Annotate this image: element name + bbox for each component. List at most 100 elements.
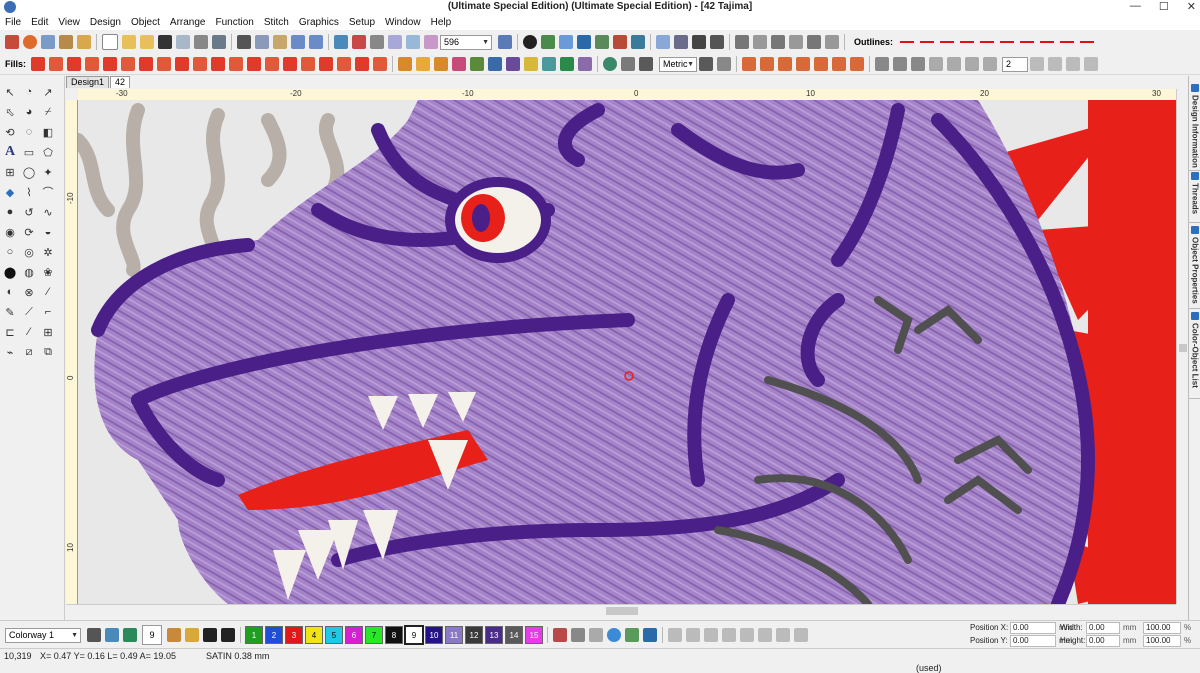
menu-function[interactable]: Function	[210, 17, 258, 28]
effect-tree-icon[interactable]	[470, 57, 485, 71]
horizontal-scroll-thumb[interactable]	[606, 607, 638, 615]
color-swatch[interactable]: 14	[505, 626, 523, 644]
color-swatch[interactable]: 3	[285, 626, 303, 644]
design-canvas[interactable]	[78, 100, 1176, 604]
break-apart-icon[interactable]	[825, 35, 839, 49]
menu-window[interactable]: Window	[380, 17, 426, 28]
fill-sequin-icon[interactable]	[247, 57, 262, 71]
grid-tool-icon[interactable]: ⊞	[40, 324, 56, 340]
pattern-e-icon[interactable]	[814, 57, 829, 71]
curve-icon[interactable]: ⌒	[40, 184, 56, 200]
smooth-curve-icon[interactable]	[717, 57, 732, 71]
menu-edit[interactable]: Edit	[26, 17, 53, 28]
transform-d-icon[interactable]	[722, 628, 736, 642]
fill-stipple-icon[interactable]	[265, 57, 280, 71]
mirror-v-icon[interactable]	[794, 628, 808, 642]
tab-42[interactable]: 42	[110, 76, 131, 88]
fill-bead-icon[interactable]	[373, 57, 388, 71]
group-icon[interactable]	[735, 35, 749, 49]
pattern-c-icon[interactable]	[778, 57, 793, 71]
export-icon[interactable]	[674, 35, 688, 49]
polygon-icon[interactable]: ⬠	[40, 144, 56, 160]
crop-icon[interactable]: ◕	[21, 104, 37, 120]
color-swatch[interactable]: 8	[385, 626, 403, 644]
fill-spiral-icon[interactable]	[211, 57, 226, 71]
effect-leaf-icon[interactable]	[416, 57, 431, 71]
tools-icon[interactable]	[710, 35, 724, 49]
color-swatch[interactable]: 12	[465, 626, 483, 644]
effect-shape-icon[interactable]	[506, 57, 521, 71]
outline-stemstitch-icon[interactable]	[960, 41, 975, 43]
monogram-icon[interactable]: ⊞	[2, 164, 18, 180]
pattern-d-icon[interactable]	[796, 57, 811, 71]
show-stitches-icon[interactable]	[370, 35, 384, 49]
line-spacing-icon[interactable]	[1048, 57, 1063, 71]
rotate-icon[interactable]	[965, 57, 980, 71]
tab-color-object-list[interactable]: Color-Object List	[1189, 312, 1200, 399]
position-x-field[interactable]: 0.00	[1010, 621, 1056, 634]
effect-globe-icon[interactable]	[542, 57, 557, 71]
menu-view[interactable]: View	[53, 17, 85, 28]
polygon-select-icon[interactable]: ⬁	[2, 104, 18, 120]
color-swatch[interactable]: 9	[404, 625, 424, 645]
open-folder-icon[interactable]	[122, 35, 136, 49]
pie-icon[interactable]: ◐	[2, 284, 18, 300]
freehand-icon[interactable]: ⌇	[21, 184, 37, 200]
fill-photo-icon[interactable]	[319, 57, 334, 71]
gear-icon[interactable]: ✲	[40, 244, 56, 260]
slash-icon[interactable]	[589, 628, 603, 642]
effect-curve-icon[interactable]	[398, 57, 413, 71]
tab-design-information[interactable]: Design Information	[1189, 84, 1200, 171]
column-icon[interactable]: ⟳	[21, 224, 37, 240]
color-wheel-button-icon[interactable]	[607, 628, 621, 642]
color-table-icon[interactable]	[87, 628, 101, 642]
flower-icon[interactable]: ❀	[40, 264, 56, 280]
pen-icon[interactable]: ✎	[2, 304, 18, 320]
travel-icon[interactable]	[352, 35, 366, 49]
grid-snap-icon[interactable]	[639, 57, 654, 71]
layers-icon[interactable]: ⧉	[40, 344, 56, 360]
spool-icon[interactable]	[577, 35, 591, 49]
diamond-icon[interactable]: ◆	[2, 184, 18, 200]
hoop-icon[interactable]	[631, 35, 645, 49]
rotate-ccw-icon[interactable]	[740, 628, 754, 642]
ungroup-icon[interactable]	[753, 35, 767, 49]
color-wheel-icon[interactable]: ◍	[21, 264, 37, 280]
width-field[interactable]: 0.00	[1086, 621, 1120, 634]
thread-chart-icon[interactable]	[559, 35, 573, 49]
paint-bucket-icon[interactable]	[185, 628, 199, 642]
zoom-fit-icon[interactable]	[388, 35, 402, 49]
rotate-cw-icon[interactable]	[758, 628, 772, 642]
grid-icon[interactable]	[498, 35, 512, 49]
w-badge-icon[interactable]	[23, 35, 37, 49]
folder-icon[interactable]	[77, 35, 91, 49]
tab-threads[interactable]: Threads	[1189, 172, 1200, 223]
color-grid-icon[interactable]	[595, 35, 609, 49]
pan-icon[interactable]	[424, 35, 438, 49]
cross-hatch-icon[interactable]: ⊗	[21, 284, 37, 300]
color-swatch[interactable]: 10	[425, 626, 443, 644]
outline-tool-icon[interactable]: ⌁	[2, 344, 18, 360]
stitch-edit-icon[interactable]: ⟲	[2, 124, 18, 140]
select-arrow-icon[interactable]: ↖	[2, 84, 18, 100]
fill-cross-icon[interactable]	[103, 57, 118, 71]
menu-design[interactable]: Design	[85, 17, 126, 28]
combine-icon[interactable]	[807, 35, 821, 49]
remove-color-icon[interactable]	[221, 628, 235, 642]
reshape-node-icon[interactable]: ◔	[21, 84, 37, 100]
outline-raised-satin-icon[interactable]	[1080, 41, 1095, 43]
pattern-g-icon[interactable]	[850, 57, 865, 71]
node-edit-icon[interactable]: ↗	[40, 84, 56, 100]
effect-puzzle-icon[interactable]	[524, 57, 539, 71]
skew-icon[interactable]	[983, 57, 998, 71]
reshape-icon[interactable]	[699, 57, 714, 71]
fill-star-icon[interactable]	[139, 57, 154, 71]
knife-icon[interactable]: ⌿	[40, 104, 56, 120]
grid-palette-icon[interactable]	[625, 628, 639, 642]
mask-icon[interactable]: ◒	[40, 224, 56, 240]
color-swatch[interactable]: 13	[485, 626, 503, 644]
menu-setup[interactable]: Setup	[344, 17, 380, 28]
outline-sculpture-icon[interactable]	[1060, 41, 1075, 43]
fill-motif-icon[interactable]	[157, 57, 172, 71]
menu-stitch[interactable]: Stitch	[259, 17, 294, 28]
